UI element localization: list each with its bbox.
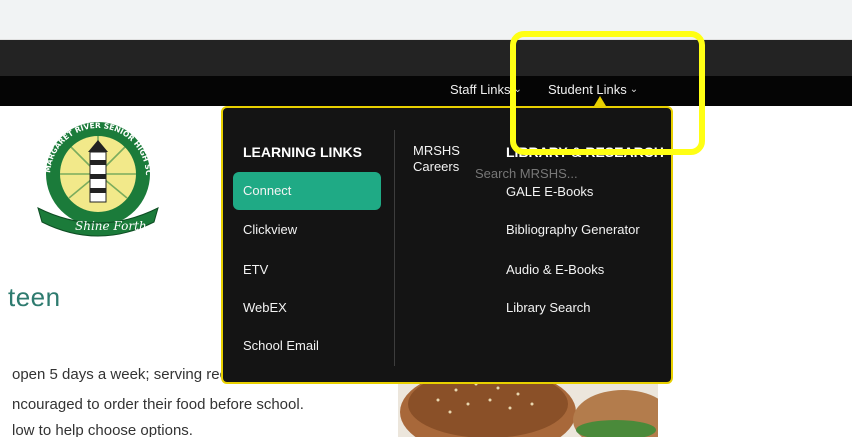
body-text-line-2: ncouraged to order their food before sch…: [12, 396, 304, 413]
learning-links-heading: LEARNING LINKS: [243, 144, 362, 160]
browser-chrome-bar: [0, 0, 852, 40]
main-nav-bar: [0, 76, 852, 106]
school-logo[interactable]: Shine Forth MARGARET RIVER SENIOR HIGH S…: [30, 112, 166, 238]
dropdown-item-webex[interactable]: WebEX: [243, 300, 287, 315]
dropdown-item-bibliography-generator[interactable]: Bibliography Generator: [506, 222, 640, 237]
staff-links-label: Staff Links: [450, 82, 511, 97]
careers-line-2: Careers: [413, 159, 460, 174]
dropdown-item-library-search[interactable]: Library Search: [506, 300, 591, 315]
dropdown-item-audio-ebooks[interactable]: Audio & E-Books: [506, 262, 604, 277]
dropdown-item-connect[interactable]: Connect: [233, 172, 381, 210]
highlight-annotation: [510, 31, 705, 155]
page-title: teen: [8, 282, 61, 312]
search-placeholder-bleed: Search MRSHS...: [475, 166, 578, 181]
dropdown-item-gale-ebooks[interactable]: GALE E-Books: [506, 184, 593, 199]
dropdown-item-clickview[interactable]: Clickview: [243, 222, 297, 237]
dropdown-item-etv[interactable]: ETV: [243, 262, 268, 277]
logo-motto: Shine Forth: [75, 219, 147, 233]
site-top-strip: [0, 40, 852, 76]
dropdown-item-school-email[interactable]: School Email: [243, 338, 319, 353]
careers-line-1: MRSHS: [413, 143, 460, 158]
dropdown-item-mrshs-careers[interactable]: MRSHS Careers: [413, 143, 460, 175]
column-divider: [394, 130, 395, 366]
body-text-line-3: low to help choose options.: [12, 422, 193, 437]
